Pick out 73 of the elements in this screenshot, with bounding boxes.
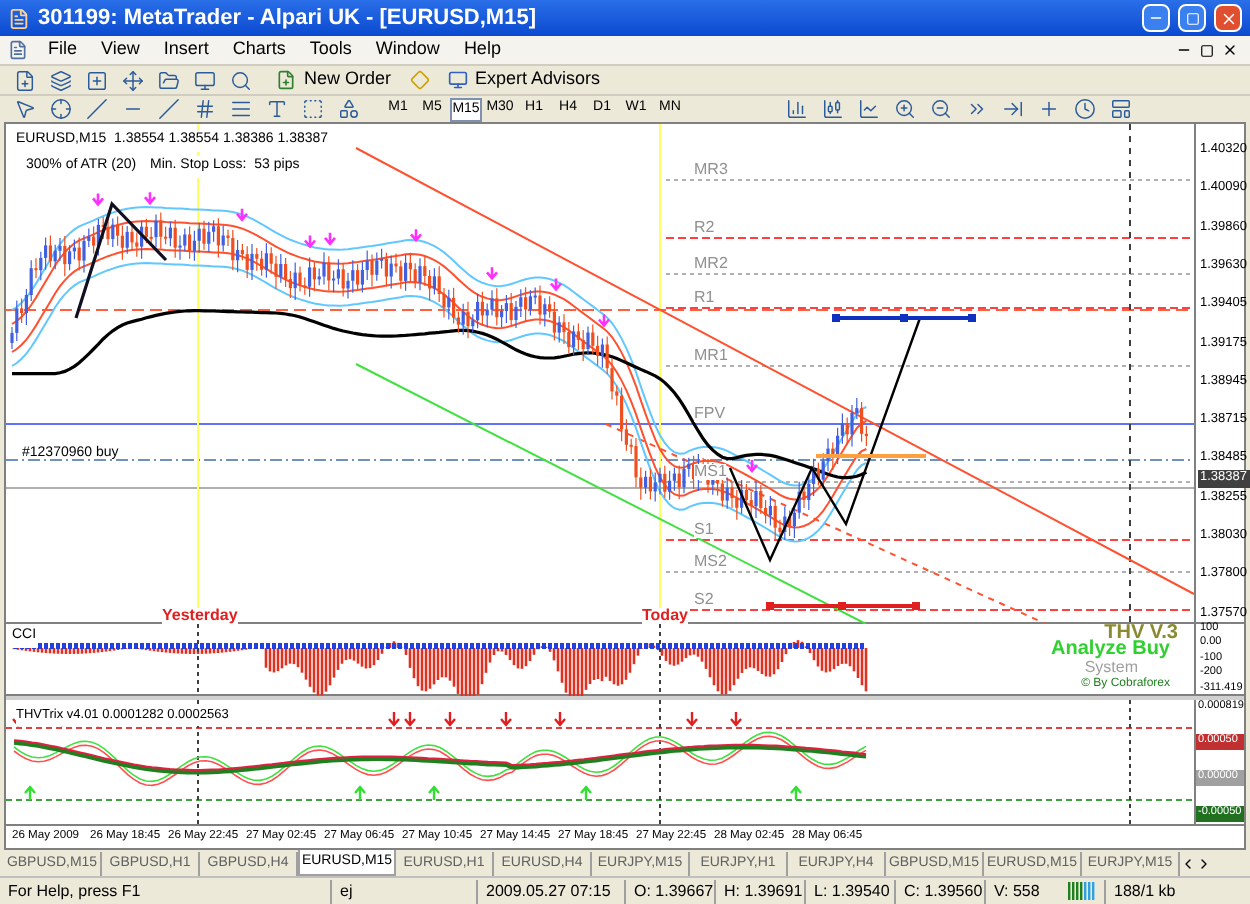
chart-shift-line [1129, 700, 1131, 826]
status-open: O: 1.39667 [624, 879, 714, 903]
session-separator-line [197, 700, 199, 826]
status-volume: V: 558 [984, 879, 1060, 903]
window-title: 301199: MetaTrader - Alpari UK - [EURUSD,M15] [38, 3, 538, 34]
maximize-button[interactable] [1178, 4, 1206, 32]
close-button[interactable] [1214, 4, 1242, 32]
down-arrow-icon [485, 266, 499, 281]
down-arrow-icon [729, 710, 743, 727]
monitor-icon [447, 70, 468, 90]
yesterday-label: Yesterday [162, 608, 238, 624]
new-order-button[interactable]: New Order [268, 66, 400, 94]
pivot-level-label: MR1 [694, 348, 728, 364]
up-arrow-icon [427, 785, 441, 802]
menu-item[interactable]: Tools [297, 36, 364, 64]
menu-item[interactable]: File [36, 36, 90, 64]
entry-line [816, 454, 926, 458]
up-arrow-icon [579, 785, 593, 802]
pivot-level-label: MS1 [694, 464, 727, 480]
up-arrow-icon [353, 785, 367, 802]
down-arrow-icon [323, 231, 337, 246]
status-traffic: 188/1 kb [1104, 879, 1184, 903]
down-arrow-icon [499, 710, 513, 727]
menu-item[interactable]: Charts [220, 36, 298, 64]
minimize-button[interactable] [1142, 4, 1170, 32]
down-arrow-icon [235, 207, 249, 222]
down-arrow-icon [303, 234, 317, 249]
down-arrow-icon [597, 313, 611, 328]
restore-icon[interactable] [1200, 43, 1214, 57]
status-profile: ej [330, 879, 476, 903]
document-icon [8, 40, 28, 60]
connection-bars-icon [1068, 882, 1096, 900]
session-separator-line [659, 700, 661, 826]
down-arrow-icon [443, 710, 457, 727]
status-high: H: 1.39691 [714, 879, 804, 903]
status-help: For Help, press F1 [6, 879, 143, 903]
status-low: L: 1.39540 [804, 879, 894, 903]
down-arrow-icon [685, 710, 699, 727]
menu-item[interactable]: Help [451, 36, 513, 64]
menu-item[interactable]: Window [363, 36, 452, 64]
app-icon [8, 7, 30, 29]
down-arrow-icon [409, 228, 423, 243]
menu-item[interactable]: Insert [151, 36, 221, 64]
down-arrow-icon [91, 192, 105, 207]
up-arrow-icon [789, 785, 803, 802]
pivot-level-label: R1 [694, 290, 715, 306]
pivot-level-label: FPV [694, 406, 726, 422]
pivot-level-label: S1 [694, 522, 714, 538]
expert-advisors-button[interactable]: Expert Advisors [439, 66, 609, 94]
close-icon[interactable] [1222, 42, 1238, 58]
down-arrow-icon [143, 190, 157, 206]
new-order-icon [276, 70, 296, 90]
today-label: Today [642, 608, 688, 624]
pivot-level-label: S2 [694, 592, 714, 608]
down-arrow-icon [549, 277, 563, 292]
pivot-level-label: MS2 [694, 554, 727, 570]
pivot-level-label: MR3 [694, 162, 728, 178]
zigzag-line [74, 200, 168, 319]
maximize-icon [1185, 11, 1199, 25]
down-arrow-icon [553, 710, 567, 727]
menu-item[interactable]: View [89, 36, 152, 64]
status-close: C: 1.39560 [894, 879, 984, 903]
close-icon [1219, 9, 1237, 27]
up-arrow-icon [23, 785, 37, 802]
pivot-level-label: MR2 [694, 256, 728, 272]
pivot-level-label: R2 [694, 220, 715, 236]
scroll-left-icon[interactable] [1180, 856, 1196, 872]
down-arrow-icon [745, 458, 759, 474]
system-label: System [1084, 660, 1138, 676]
target-marker [832, 314, 976, 322]
signal-label: Analyze Buy [1051, 640, 1170, 660]
status-time: 2009.05.27 07:15 [476, 879, 624, 903]
scroll-right-icon[interactable] [1196, 856, 1212, 872]
